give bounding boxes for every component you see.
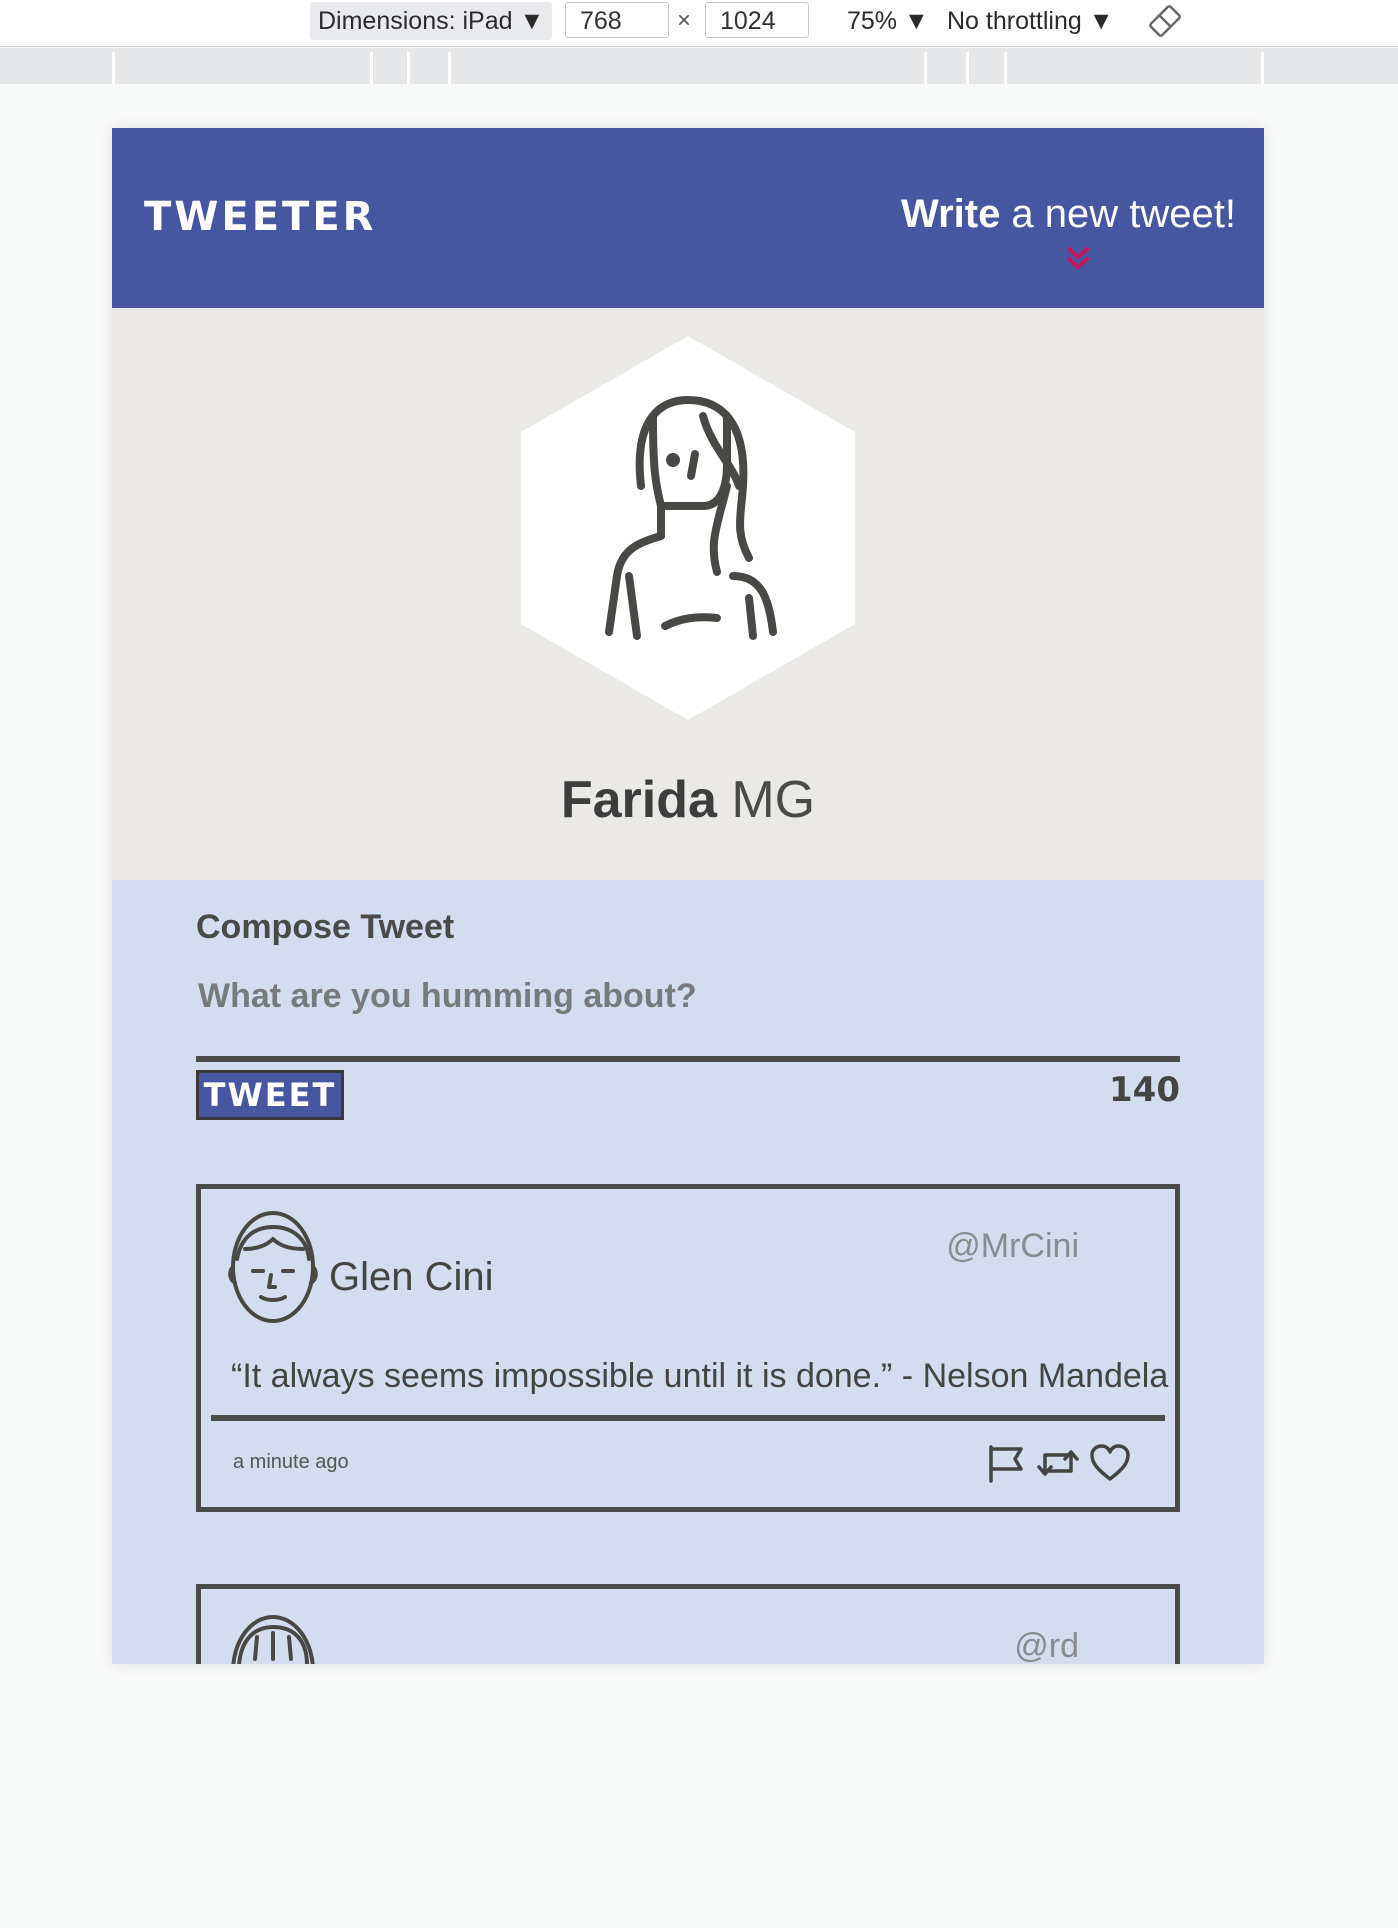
last-name: MG (716, 771, 816, 829)
compose-title: Compose Tweet (196, 908, 455, 946)
profile-header: Farida MG (112, 308, 1264, 880)
height-input[interactable]: 1024 (705, 2, 809, 38)
device-viewport: TWEETER Write a new tweet! Farida MG Com… (112, 128, 1264, 1664)
zoom-select[interactable]: 75% ▼ (847, 2, 929, 40)
ruler-divider (1261, 52, 1264, 84)
ruler-divider (448, 52, 451, 84)
ruler-divider (407, 52, 410, 84)
write-rest-text: a new tweet! (1000, 192, 1236, 236)
times-separator: × (677, 7, 692, 34)
flag-icon[interactable] (985, 1443, 1027, 1483)
profile-avatar (521, 336, 855, 720)
tweet-user-handle[interactable]: @MrCini (946, 1227, 1079, 1266)
hexagon-frame (521, 336, 855, 720)
tweet-user-handle[interactable]: @rd (1014, 1627, 1079, 1664)
dimensions-select[interactable]: Dimensions: iPad ▼ (310, 2, 553, 40)
first-name: Farida (560, 771, 717, 829)
media-query-ruler[interactable] (0, 48, 1398, 84)
user-avatar-icon (231, 1615, 315, 1664)
character-counter: 140 (1109, 1070, 1180, 1110)
compose-tweet-input[interactable] (196, 970, 1180, 1022)
ruler-divider (1004, 52, 1007, 84)
double-chevron-down-icon[interactable] (1063, 244, 1093, 274)
man-avatar-icon (228, 1211, 318, 1323)
tweet-card: Glen Cini @MrCini “It always seems impos… (196, 1184, 1180, 1512)
ruler-divider (924, 52, 927, 84)
ruler-divider (112, 52, 115, 84)
top-nav: TWEETER Write a new tweet! (112, 128, 1264, 308)
tweet-button[interactable]: TWEET (196, 1070, 344, 1120)
tweet-text: “It always seems impossible until it is … (231, 1357, 1169, 1395)
ruler-divider (370, 52, 373, 84)
tweet-timestamp: a minute ago (233, 1451, 349, 1473)
width-input[interactable]: 768 (565, 2, 669, 38)
write-new-tweet-link[interactable]: Write a new tweet! (901, 192, 1236, 237)
compose-underline (196, 1056, 1180, 1062)
app-logo[interactable]: TWEETER (144, 194, 376, 240)
throttling-select[interactable]: No throttling ▼ (947, 2, 1113, 40)
tweet-actions (985, 1443, 1131, 1483)
write-bold-text: Write (901, 192, 1001, 236)
ruler-divider (966, 52, 969, 84)
tweet-user-name[interactable]: Glen Cini (329, 1255, 494, 1300)
profile-name: Farida MG (112, 770, 1264, 830)
tweet-card: @rd (196, 1584, 1180, 1664)
tweet-divider (211, 1415, 1165, 1421)
heart-icon[interactable] (1089, 1443, 1131, 1483)
retweet-icon[interactable] (1037, 1443, 1079, 1483)
devtools-toolbar: Dimensions: iPad ▼ 768 × 1024 75% ▼ No t… (0, 0, 1398, 47)
rotate-icon[interactable] (1148, 4, 1182, 38)
